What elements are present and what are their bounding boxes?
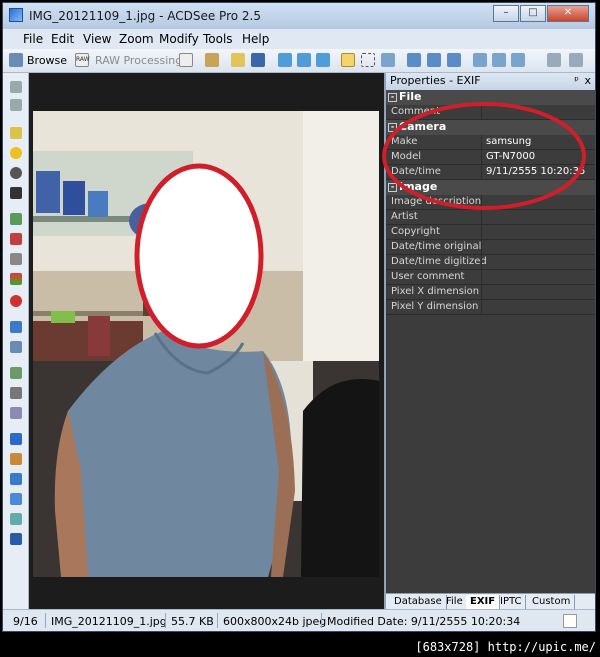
edit-tools-sidebar bbox=[3, 73, 29, 609]
main-toolbar: Browse RAW RAW Processing bbox=[3, 49, 595, 73]
property-key: Pixel X dimension bbox=[391, 286, 480, 297]
perspective-icon[interactable] bbox=[10, 493, 22, 505]
undo-icon[interactable] bbox=[10, 81, 22, 93]
menu-edit[interactable]: Edit bbox=[51, 32, 74, 46]
property-row[interactable]: User comment bbox=[386, 270, 595, 285]
curves-icon[interactable] bbox=[10, 253, 22, 265]
tab-iptc[interactable]: IPTC bbox=[496, 595, 527, 609]
rotate-icon[interactable] bbox=[205, 53, 219, 67]
status-index: 9/16 bbox=[13, 615, 38, 628]
frame-icon[interactable] bbox=[10, 533, 22, 545]
full-screen-icon[interactable] bbox=[447, 53, 461, 67]
zoom-tool-icon[interactable] bbox=[381, 53, 395, 67]
light-icon[interactable] bbox=[10, 147, 22, 159]
maximize-button[interactable]: □ bbox=[520, 5, 546, 22]
open-folder-icon[interactable] bbox=[231, 53, 245, 67]
status-filesize: 55.7 KB bbox=[171, 615, 214, 628]
auto-exposure-icon[interactable] bbox=[10, 127, 22, 139]
raw-icon: RAW bbox=[75, 53, 90, 67]
photo-scene bbox=[33, 111, 379, 577]
browse-icon[interactable] bbox=[9, 53, 23, 67]
crop-icon[interactable] bbox=[10, 387, 22, 399]
select-tool-icon[interactable] bbox=[361, 53, 375, 67]
property-row[interactable]: Pixel Y dimension bbox=[386, 300, 595, 315]
rotate-tool-icon[interactable] bbox=[10, 407, 22, 419]
window-title: IMG_20121109_1.jpg - ACDSee Pro 2.5 bbox=[29, 9, 261, 23]
browse-button[interactable]: Browse bbox=[27, 54, 67, 67]
acdsee-app-icon bbox=[9, 8, 23, 22]
border-icon[interactable] bbox=[10, 473, 22, 485]
actual-size-icon[interactable] bbox=[427, 53, 441, 67]
hand-tool-icon[interactable] bbox=[341, 53, 355, 67]
menu-bar: File Edit View Zoom Modify Tools Help bbox=[3, 29, 595, 49]
property-key: User comment bbox=[391, 271, 465, 282]
text-tool-icon[interactable] bbox=[10, 433, 22, 445]
fit-window-icon[interactable] bbox=[407, 53, 421, 67]
sharpen-icon[interactable] bbox=[10, 321, 22, 333]
zoom-out-icon[interactable] bbox=[492, 53, 506, 67]
red-eye-icon[interactable] bbox=[10, 295, 22, 307]
tab-custom[interactable]: Custom bbox=[528, 595, 576, 609]
window-controls: – □ ✕ bbox=[492, 5, 589, 22]
tab-exif[interactable]: EXIF bbox=[466, 595, 501, 609]
brush-icon[interactable] bbox=[10, 453, 22, 465]
menu-modify[interactable]: Modify bbox=[159, 32, 199, 46]
watermark-text: [683x728] http://upic.me/ bbox=[415, 640, 596, 654]
shadows-icon[interactable] bbox=[10, 187, 22, 199]
menu-help[interactable]: Help bbox=[242, 32, 269, 46]
photo-image bbox=[33, 111, 379, 577]
panel-close-icon[interactable]: x bbox=[584, 73, 591, 89]
resize-icon[interactable] bbox=[10, 367, 22, 379]
close-button[interactable]: ✕ bbox=[547, 5, 589, 22]
effects-icon[interactable] bbox=[10, 513, 22, 525]
next-image-icon[interactable] bbox=[297, 53, 311, 67]
menu-tools[interactable]: Tools bbox=[203, 32, 233, 46]
status-indicator-icon bbox=[563, 614, 577, 628]
app-window: IMG_20121109_1.jpg - ACDSee Pro 2.5 – □ … bbox=[2, 2, 596, 632]
options-icon[interactable] bbox=[569, 53, 583, 67]
image-viewer[interactable] bbox=[29, 73, 384, 609]
panel-title-bar: Properties - EXIF ᵖ x bbox=[386, 73, 595, 90]
slideshow-icon[interactable] bbox=[316, 53, 330, 67]
panel-title: Properties - EXIF bbox=[390, 74, 481, 87]
pin-icon[interactable]: ᵖ bbox=[574, 73, 579, 89]
contrast-icon[interactable] bbox=[10, 167, 22, 179]
property-row[interactable]: Date/time digitized bbox=[386, 255, 595, 270]
print-icon[interactable] bbox=[547, 53, 561, 67]
raw-view-icon[interactable] bbox=[179, 53, 193, 67]
status-dimensions: 600x800x24b jpeg bbox=[223, 615, 327, 628]
red-annotation-ellipse bbox=[382, 102, 586, 210]
menu-view[interactable]: View bbox=[83, 32, 111, 46]
property-row[interactable]: Pixel X dimension bbox=[386, 285, 595, 300]
prev-image-icon[interactable] bbox=[278, 53, 292, 67]
status-modified-date: Modified Date: 9/11/2555 10:20:34 bbox=[327, 615, 521, 628]
status-filename: IMG_20121109_1.jpg bbox=[51, 615, 167, 628]
properties-panel: Properties - EXIF ᵖ x - File Comment - C… bbox=[382, 73, 595, 609]
noise-icon[interactable] bbox=[10, 341, 22, 353]
levels-icon[interactable] bbox=[10, 213, 22, 225]
zoom-menu-icon[interactable] bbox=[511, 53, 525, 67]
title-bar[interactable]: IMG_20121109_1.jpg - ACDSee Pro 2.5 – □ … bbox=[3, 3, 595, 29]
histogram-icon[interactable] bbox=[10, 233, 22, 245]
save-icon[interactable] bbox=[251, 53, 265, 67]
redo-icon[interactable] bbox=[10, 99, 22, 111]
property-key: Date/time original bbox=[391, 241, 482, 252]
minimize-button[interactable]: – bbox=[493, 5, 519, 22]
raw-processing-button[interactable]: RAW Processing bbox=[95, 54, 182, 67]
zoom-in-icon[interactable] bbox=[473, 53, 487, 67]
tab-file[interactable]: File bbox=[442, 595, 468, 609]
tab-database[interactable]: Database bbox=[390, 595, 447, 609]
color-balance-icon[interactable] bbox=[10, 273, 22, 285]
menu-zoom[interactable]: Zoom bbox=[119, 32, 154, 46]
status-bar: 9/16 IMG_20121109_1.jpg 55.7 KB 600x800x… bbox=[3, 609, 595, 631]
property-key: Date/time digitized bbox=[391, 256, 487, 267]
menu-file[interactable]: File bbox=[23, 32, 43, 46]
panel-tabs: Database File EXIF IPTC Custom bbox=[386, 593, 595, 609]
property-row[interactable]: Date/time original bbox=[386, 240, 595, 255]
property-key: Pixel Y dimension bbox=[391, 301, 479, 312]
